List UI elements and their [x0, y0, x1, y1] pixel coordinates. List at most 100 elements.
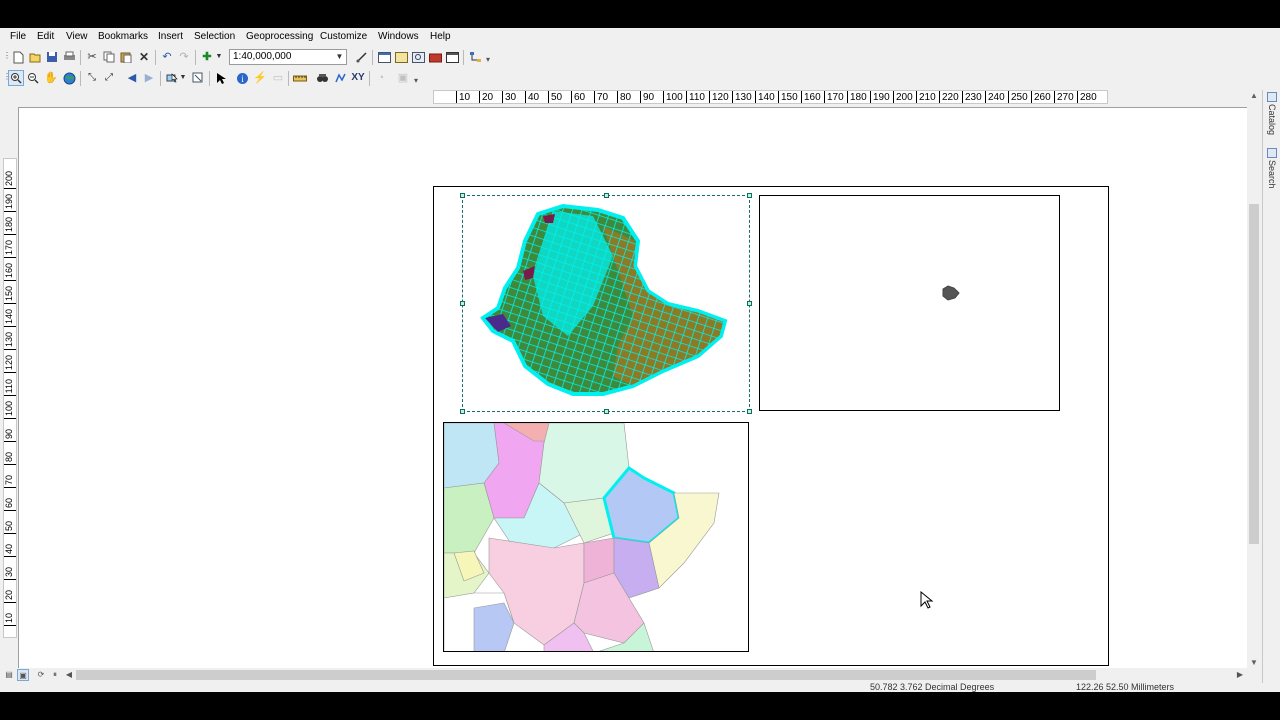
hyperlink-icon[interactable]: ⚡ — [252, 70, 268, 86]
selection-handle[interactable] — [747, 301, 752, 306]
add-data-icon[interactable]: ✚ — [199, 49, 215, 65]
selection-handle[interactable] — [460, 301, 465, 306]
zoom-in-icon[interactable] — [8, 70, 24, 86]
ruler-tick: 260 — [1031, 91, 1051, 103]
vertical-ruler: 200 190 180 170 160 150 140 130 120 110 … — [3, 158, 17, 638]
layout-page[interactable] — [433, 186, 1109, 666]
separator — [463, 50, 464, 65]
selection-handle[interactable] — [460, 409, 465, 414]
scrollbar-thumb[interactable] — [1249, 204, 1259, 544]
scrollbar-thumb[interactable] — [76, 670, 1096, 680]
chevron-down-icon[interactable]: ▼ — [214, 49, 224, 65]
arctoolbox-icon[interactable] — [427, 49, 443, 65]
ethiopia-admin-map — [480, 203, 728, 396]
delete-icon[interactable]: ✕ — [136, 49, 152, 65]
copy-icon[interactable] — [101, 49, 117, 65]
search-window-icon[interactable] — [410, 49, 426, 65]
catalog-tab[interactable]: Catalog — [1265, 92, 1279, 144]
select-elements-icon[interactable] — [213, 70, 229, 86]
ruler-tick: 190 — [870, 91, 890, 103]
pan-icon[interactable]: ✋ — [43, 70, 59, 86]
layout-view-canvas[interactable] — [18, 107, 1248, 674]
toolbar-grip[interactable]: ⋮ — [3, 72, 11, 82]
menu-customize[interactable]: Customize — [320, 30, 367, 44]
toolbar-overflow-icon[interactable]: ▾ — [414, 76, 418, 86]
layout-view-icon[interactable]: ▣ — [17, 669, 29, 681]
tools-toolbar: ⋮ ✋ ⤡ ⤢ ◀ ▶ ▼ i ⚡ ▭ XY ◔ ▣ ▾ — [0, 68, 1262, 89]
toolbar-grip[interactable]: ⋮ — [3, 51, 11, 61]
selection-handle[interactable] — [747, 409, 752, 414]
toolbar-overflow-icon[interactable]: ▾ — [486, 55, 490, 65]
data-view-icon[interactable]: ▤ — [3, 669, 15, 681]
menu-bookmarks[interactable]: Bookmarks — [98, 30, 148, 44]
create-viewer-window-icon[interactable]: ▣ — [395, 70, 411, 86]
save-icon[interactable] — [44, 49, 60, 65]
scroll-left-icon[interactable]: ◀ — [63, 669, 75, 681]
refresh-icon[interactable]: ⟳ — [35, 669, 47, 681]
editor-toolbar-icon[interactable] — [353, 49, 369, 65]
standard-toolbar: ⋮ ✂ ✕ ↶ ↷ ✚ ▼ 1:40,000,000 ▼ ▾ — [0, 47, 1262, 68]
modelbuilder-icon[interactable] — [467, 49, 483, 65]
data-frame-locator[interactable] — [759, 195, 1060, 411]
measure-icon[interactable] — [292, 70, 308, 86]
menu-bar: File Edit View Bookmarks Insert Selectio… — [0, 28, 1280, 46]
menu-insert[interactable]: Insert — [158, 30, 183, 44]
open-icon[interactable] — [27, 49, 43, 65]
selection-handle[interactable] — [460, 193, 465, 198]
chevron-down-icon[interactable]: ▼ — [334, 51, 345, 63]
undo-icon[interactable]: ↶ — [159, 49, 175, 65]
menu-view[interactable]: View — [66, 30, 88, 44]
scroll-up-icon[interactable]: ▲ — [1247, 90, 1261, 102]
separator — [195, 50, 196, 65]
ruler-tick: 230 — [962, 91, 982, 103]
selection-handle[interactable] — [604, 193, 609, 198]
ruler-tick: 240 — [985, 91, 1005, 103]
chevron-down-icon[interactable]: ▼ — [178, 70, 188, 86]
menu-windows[interactable]: Windows — [378, 30, 419, 44]
table-of-contents-icon[interactable] — [376, 49, 392, 65]
full-extent-icon[interactable] — [61, 70, 77, 86]
ruler-tick: 170 — [824, 91, 844, 103]
horizontal-scrollbar[interactable] — [76, 670, 1248, 680]
fixed-zoom-out-icon[interactable]: ⤢ — [101, 70, 117, 86]
clear-selection-icon[interactable] — [190, 70, 206, 86]
identify-icon[interactable]: i — [234, 70, 250, 86]
fixed-zoom-in-icon[interactable]: ⤡ — [84, 70, 100, 86]
time-slider-icon[interactable]: ◔ — [373, 70, 389, 86]
selection-handle[interactable] — [747, 193, 752, 198]
menu-geoprocessing[interactable]: Geoprocessing — [246, 30, 313, 44]
menu-edit[interactable]: Edit — [37, 30, 54, 44]
data-frame-east-africa[interactable] — [443, 422, 749, 652]
go-forward-icon[interactable]: ▶ — [141, 70, 157, 86]
catalog-window-icon[interactable] — [393, 49, 409, 65]
ruler-tick: 90 — [640, 91, 654, 103]
bottom-bar: ▤ ▣ ⟳ ⏸ ◀ ▶ — [0, 668, 1262, 683]
selection-handle[interactable] — [604, 409, 609, 414]
ruler-tick: 250 — [1008, 91, 1028, 103]
menu-help[interactable]: Help — [430, 30, 451, 44]
scroll-right-icon[interactable]: ▶ — [1234, 669, 1246, 681]
html-popup-icon[interactable]: ▭ — [270, 70, 286, 86]
ruler-tick: 30 — [502, 91, 516, 103]
map-scale-combo[interactable]: 1:40,000,000 ▼ — [229, 49, 347, 65]
paste-icon[interactable] — [118, 49, 134, 65]
ruler-tick: 210 — [916, 91, 936, 103]
vertical-scrollbar[interactable]: ▲ ▼ — [1247, 90, 1261, 672]
redo-icon[interactable]: ↷ — [176, 49, 192, 65]
zoom-out-icon[interactable] — [25, 70, 41, 86]
pause-drawing-icon[interactable]: ⏸ — [49, 669, 61, 681]
data-frame-ethiopia-selected[interactable] — [460, 193, 752, 414]
cut-icon[interactable]: ✂ — [84, 49, 100, 65]
ruler-tick: 280 — [1077, 91, 1097, 103]
new-document-icon[interactable] — [10, 49, 26, 65]
menu-selection[interactable]: Selection — [194, 30, 235, 44]
find-route-icon[interactable] — [332, 70, 348, 86]
menu-file[interactable]: File — [10, 30, 26, 44]
go-to-xy-icon[interactable]: XY — [350, 70, 366, 86]
python-window-icon[interactable] — [444, 49, 460, 65]
find-icon[interactable] — [314, 70, 330, 86]
page-coordinates: 122.26 52.50 Millimeters — [1076, 682, 1175, 692]
print-icon[interactable] — [61, 49, 77, 65]
search-tab[interactable]: Search — [1265, 148, 1279, 198]
go-back-icon[interactable]: ◀ — [124, 70, 140, 86]
